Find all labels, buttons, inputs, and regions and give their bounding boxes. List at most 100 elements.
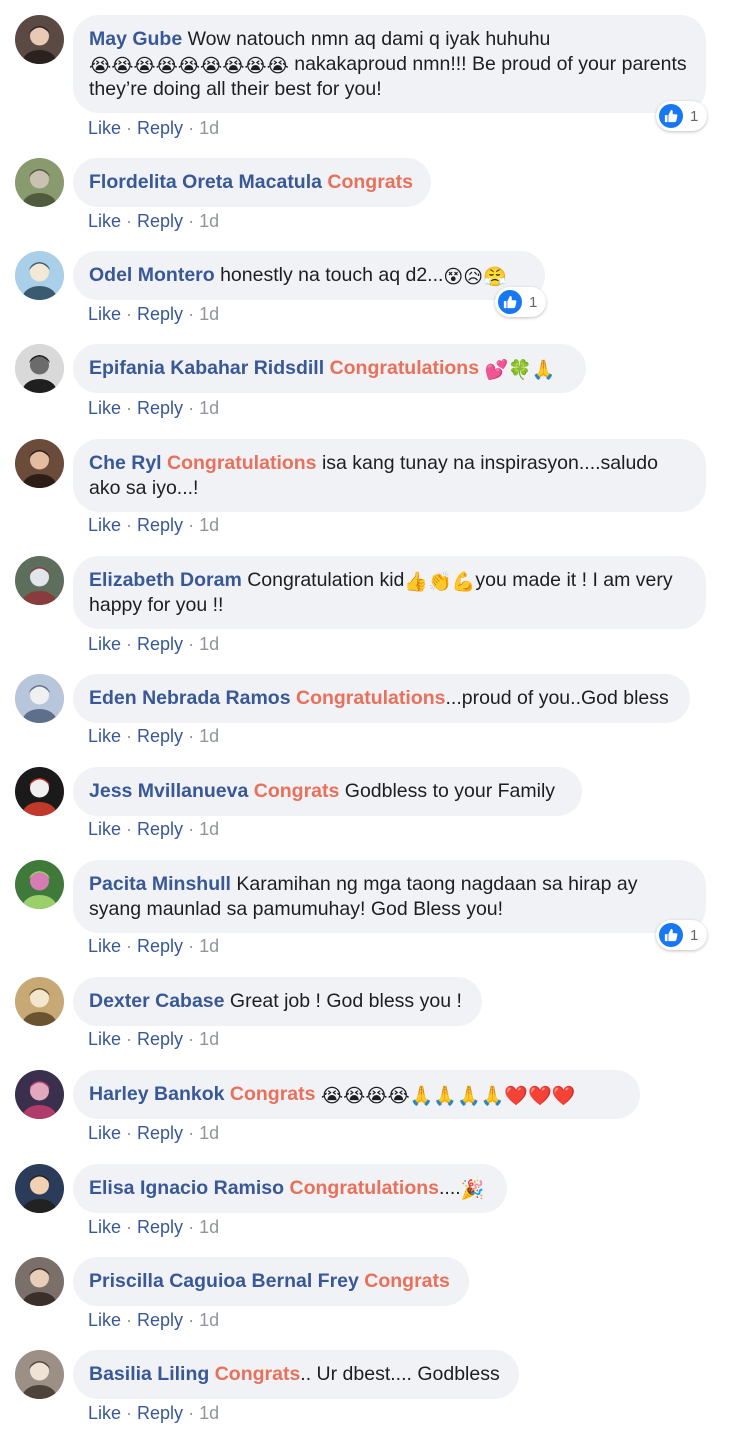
reply-button[interactable]: Reply bbox=[137, 1310, 183, 1330]
comment-timestamp[interactable]: 1d bbox=[199, 211, 219, 231]
reply-button[interactable]: Reply bbox=[137, 398, 183, 418]
like-button[interactable]: Like bbox=[88, 1403, 121, 1423]
comment-author-link[interactable]: Odel Montero bbox=[89, 264, 215, 286]
comment-text: Congratulation kid bbox=[241, 569, 405, 591]
highlighted-comment-text: Congratulations bbox=[329, 357, 480, 379]
highlighted-comment-text: Congrats bbox=[214, 1363, 301, 1385]
couple-photo-avatar[interactable] bbox=[15, 1257, 64, 1306]
comment-text: Great job ! God bless you ! bbox=[224, 990, 462, 1012]
thumbs-up-icon bbox=[659, 104, 683, 128]
elderly-portrait-avatar[interactable] bbox=[15, 1350, 64, 1399]
comment-actions: Like · Reply · 1d bbox=[88, 398, 219, 419]
church-interior-avatar[interactable] bbox=[15, 977, 64, 1026]
comment-author-link[interactable]: Eden Nebrada Ramos bbox=[89, 687, 291, 709]
reply-button[interactable]: Reply bbox=[137, 1217, 183, 1237]
comment-timestamp[interactable]: 1d bbox=[199, 304, 219, 324]
reply-button[interactable]: Reply bbox=[137, 211, 183, 231]
comment-bubble: Harley Bankok Congrats 😭😭😭😭🙏🙏🙏🙏❤️❤️❤️ bbox=[73, 1070, 640, 1119]
woman-portrait-avatar[interactable] bbox=[15, 1070, 64, 1119]
like-button[interactable]: Like bbox=[88, 936, 121, 956]
separator-dot: · bbox=[188, 118, 195, 138]
like-button[interactable]: Like bbox=[88, 304, 121, 324]
comment-timestamp[interactable]: 1d bbox=[199, 118, 219, 138]
reply-button[interactable]: Reply bbox=[137, 1029, 183, 1049]
comment-timestamp[interactable]: 1d bbox=[199, 634, 219, 654]
reply-button[interactable]: Reply bbox=[137, 1123, 183, 1143]
comment-bubble: Basilia Liling Congrats.. Ur dbest.... G… bbox=[73, 1350, 519, 1399]
reaction-count-badge[interactable]: 1 bbox=[495, 287, 547, 317]
comment-author-link[interactable]: Jess Mvillanueva bbox=[89, 780, 248, 802]
reply-button[interactable]: Reply bbox=[137, 936, 183, 956]
reply-button[interactable]: Reply bbox=[137, 515, 183, 535]
comment-author-link[interactable]: Basilia Liling bbox=[89, 1363, 209, 1385]
comment-timestamp[interactable]: 1d bbox=[199, 1403, 219, 1423]
comment-bubble: Elizabeth Doram Congratulation kid👍👏💪you… bbox=[73, 556, 706, 629]
capitol-building-avatar[interactable] bbox=[15, 674, 64, 723]
reply-button[interactable]: Reply bbox=[137, 819, 183, 839]
woman-portrait-avatar[interactable] bbox=[15, 15, 64, 64]
comment-author-link[interactable]: Elizabeth Doram bbox=[89, 569, 242, 591]
like-button[interactable]: Like bbox=[88, 211, 121, 231]
separator-dot: · bbox=[126, 1029, 133, 1049]
reply-button[interactable]: Reply bbox=[137, 304, 183, 324]
comment-timestamp[interactable]: 1d bbox=[199, 1123, 219, 1143]
like-button[interactable]: Like bbox=[88, 1123, 121, 1143]
comment-timestamp[interactable]: 1d bbox=[199, 1217, 219, 1237]
comment-author-link[interactable]: Che Ryl bbox=[89, 452, 162, 474]
comment-author-link[interactable]: Dexter Cabase bbox=[89, 990, 225, 1012]
reply-button[interactable]: Reply bbox=[137, 118, 183, 138]
like-button[interactable]: Like bbox=[88, 1029, 121, 1049]
like-button[interactable]: Like bbox=[88, 634, 121, 654]
comment-bubble: Che Ryl Congratulations isa kang tunay n… bbox=[73, 439, 706, 512]
like-button[interactable]: Like bbox=[88, 726, 121, 746]
like-button[interactable]: Like bbox=[88, 118, 121, 138]
reaction-count: 1 bbox=[529, 293, 538, 311]
comment-feed: May Gube Wow natouch nmn aq dami q iyak … bbox=[0, 0, 750, 1435]
separator-dot: · bbox=[188, 304, 195, 324]
reply-button[interactable]: Reply bbox=[137, 1403, 183, 1423]
reaction-count: 1 bbox=[690, 926, 699, 944]
group-photo-avatar[interactable] bbox=[15, 556, 64, 605]
comment-actions: Like · Reply · 1d bbox=[88, 1217, 219, 1238]
cartoon-couple-avatar[interactable] bbox=[15, 251, 64, 300]
comment-actions: Like · Reply · 1d bbox=[88, 936, 219, 957]
thumbs-up-icon bbox=[659, 923, 683, 947]
like-button[interactable]: Like bbox=[88, 515, 121, 535]
comment-actions: Like · Reply · 1d bbox=[88, 819, 219, 840]
vintage-portrait-avatar[interactable] bbox=[15, 344, 64, 393]
comment-timestamp[interactable]: 1d bbox=[199, 819, 219, 839]
flowers-avatar[interactable] bbox=[15, 860, 64, 909]
comment-timestamp[interactable]: 1d bbox=[199, 726, 219, 746]
reply-button[interactable]: Reply bbox=[137, 726, 183, 746]
woman-portrait-avatar[interactable] bbox=[15, 439, 64, 488]
like-button[interactable]: Like bbox=[88, 1217, 121, 1237]
comment-timestamp[interactable]: 1d bbox=[199, 398, 219, 418]
collage-avatar[interactable] bbox=[15, 767, 64, 816]
comment-author-link[interactable]: Harley Bankok bbox=[89, 1083, 224, 1105]
reply-button[interactable]: Reply bbox=[137, 634, 183, 654]
comment-timestamp[interactable]: 1d bbox=[199, 515, 219, 535]
comment-actions: Like · Reply · 1d bbox=[88, 726, 219, 747]
reaction-count-badge[interactable]: 1 bbox=[656, 101, 708, 131]
outdoor-photo-avatar[interactable] bbox=[15, 158, 64, 207]
comment-timestamp[interactable]: 1d bbox=[199, 1029, 219, 1049]
comment-author-link[interactable]: Pacita Minshull bbox=[89, 873, 231, 895]
reaction-count-badge[interactable]: 1 bbox=[656, 920, 708, 950]
comment-timestamp[interactable]: 1d bbox=[199, 936, 219, 956]
like-button[interactable]: Like bbox=[88, 819, 121, 839]
comment-author-link[interactable]: May Gube bbox=[89, 28, 182, 50]
like-button[interactable]: Like bbox=[88, 398, 121, 418]
comment-author-link[interactable]: Flordelita Oreta Macatula bbox=[89, 171, 322, 193]
comment-timestamp[interactable]: 1d bbox=[199, 1310, 219, 1330]
like-button[interactable]: Like bbox=[88, 1310, 121, 1330]
comment-actions: Like · Reply · 1d bbox=[88, 1123, 219, 1144]
comment-author-link[interactable]: Elisa Ignacio Ramiso bbox=[89, 1177, 284, 1199]
character-photo-avatar[interactable] bbox=[15, 1164, 64, 1213]
comment-author-link[interactable]: Priscilla Caguioa Bernal Frey bbox=[89, 1270, 359, 1292]
separator-dot: · bbox=[126, 515, 133, 535]
separator-dot: · bbox=[188, 936, 195, 956]
separator-dot: · bbox=[188, 515, 195, 535]
emoji-group: 🎉 bbox=[460, 1180, 485, 1201]
comment-author-link[interactable]: Epifania Kabahar Ridsdill bbox=[89, 357, 324, 379]
thumbs-up-icon bbox=[498, 290, 522, 314]
